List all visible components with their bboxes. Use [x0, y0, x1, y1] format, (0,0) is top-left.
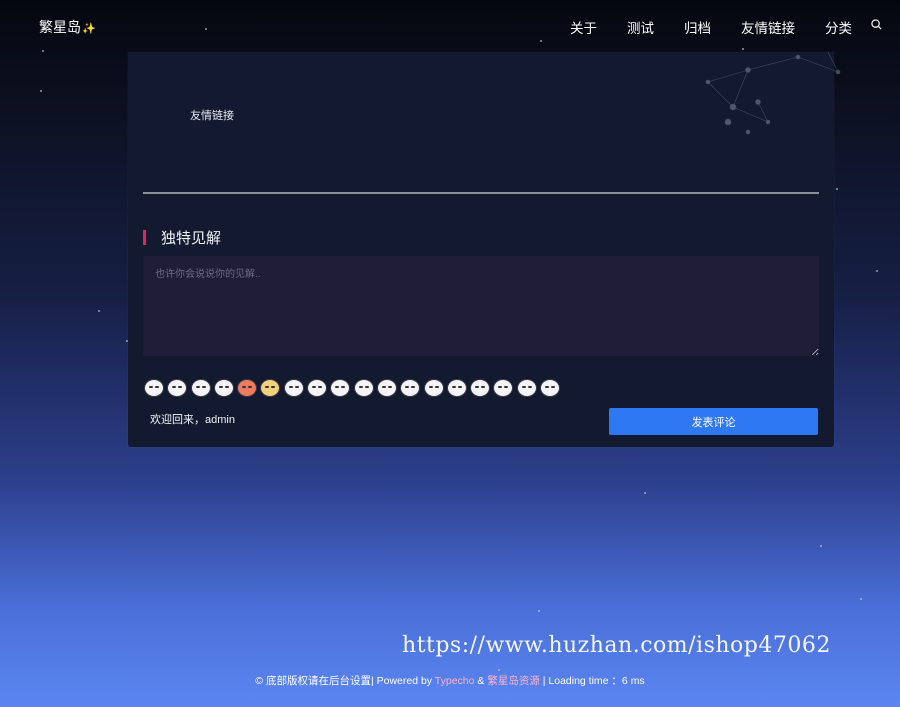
emoji-icon[interactable] [493, 379, 514, 397]
content-card: 友情链接 独特见解 欢迎回来，admin 发表评论 [128, 52, 841, 447]
nav-item-archive[interactable]: 归档 [684, 17, 711, 37]
title-accent-bar [143, 230, 146, 245]
divider [143, 192, 819, 194]
page-footer: © 底部版权请在后台设置| Powered by Typecho & 繁星岛资源… [0, 673, 900, 688]
emoji-icon[interactable] [167, 379, 188, 397]
top-header: 繁星岛✨ 关于 测试 归档 友情链接 分类 [0, 0, 900, 52]
emoji-icon[interactable] [213, 379, 234, 397]
submit-comment-button[interactable]: 发表评论 [609, 408, 818, 435]
emoji-picker [144, 379, 561, 397]
emoji-icon[interactable] [400, 379, 421, 397]
main-nav: 关于 测试 归档 友情链接 分类 [570, 17, 852, 37]
emoji-icon[interactable] [144, 379, 164, 397]
emoji-icon[interactable] [283, 379, 304, 397]
emoji-icon[interactable] [540, 379, 561, 397]
emoji-icon[interactable] [470, 379, 491, 397]
nav-item-test[interactable]: 测试 [627, 17, 654, 37]
welcome-message: 欢迎回来，admin [150, 414, 235, 426]
search-icon[interactable] [871, 19, 882, 30]
comment-input[interactable] [143, 256, 819, 356]
footer-amp: & [474, 675, 488, 687]
emoji-icon[interactable] [190, 379, 211, 397]
sparkle-icon: ✨ [82, 23, 96, 35]
site-logo-text: 繁星岛 [39, 19, 81, 35]
nav-item-links[interactable]: 友情链接 [741, 17, 795, 37]
site-logo[interactable]: 繁星岛✨ [39, 17, 96, 37]
emoji-icon[interactable] [353, 379, 374, 397]
nav-item-category[interactable]: 分类 [825, 17, 852, 37]
watermark-text: https://www.huzhan.com/ishop47062 [402, 633, 831, 658]
comment-section-title: 独特见解 [143, 227, 221, 248]
emoji-icon[interactable] [423, 379, 444, 397]
emoji-icon[interactable] [237, 379, 258, 397]
emoji-icon[interactable] [516, 379, 537, 397]
footer-link-typecho[interactable]: Typecho [435, 675, 475, 687]
friend-link-text[interactable]: 友情链接 [190, 107, 234, 123]
emoji-icon[interactable] [446, 379, 467, 397]
footer-link-theme[interactable]: 繁星岛资源 [487, 675, 540, 687]
emoji-icon[interactable] [330, 379, 351, 397]
comment-title-text: 独特见解 [161, 230, 222, 247]
emoji-icon[interactable] [307, 379, 328, 397]
footer-copyright: © 底部版权请在后台设置| Powered by [255, 675, 435, 687]
footer-loading-time: | Loading time ：6 ms [539, 675, 645, 687]
emoji-icon[interactable] [376, 379, 397, 397]
constellation-decoration [705, 52, 841, 135]
emoji-icon[interactable] [260, 379, 281, 397]
nav-item-about[interactable]: 关于 [570, 17, 597, 37]
